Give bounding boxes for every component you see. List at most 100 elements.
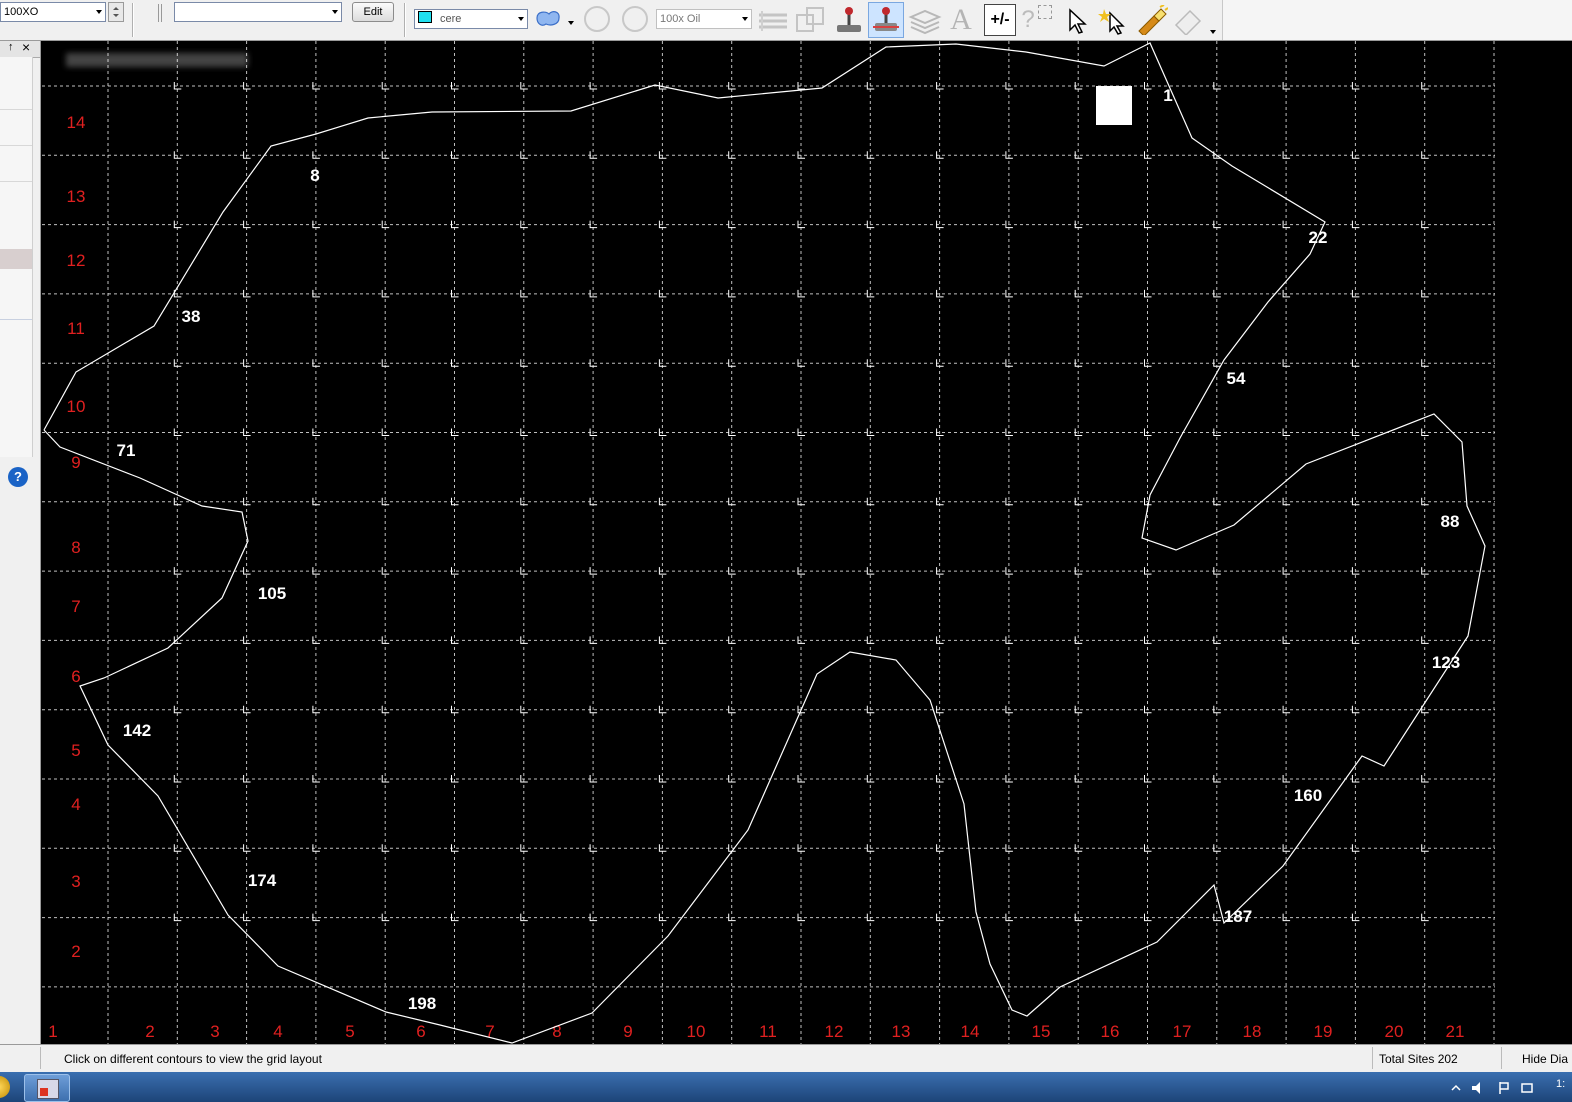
column-label: 19 <box>1314 1022 1333 1041</box>
tray-expand-icon <box>1451 1084 1461 1091</box>
site-number-label: 22 <box>1309 228 1328 247</box>
help-icon[interactable]: ? <box>8 467 28 487</box>
close-icon[interactable]: × <box>22 39 30 55</box>
toolbar-separator <box>404 3 406 37</box>
site-number-label: 174 <box>248 871 277 890</box>
taskbar-app-button[interactable] <box>24 1074 70 1102</box>
color-combo[interactable]: cere <box>414 9 528 29</box>
pin-icon[interactable]: ↑ <box>8 41 14 53</box>
site-number-label: 187 <box>1224 907 1252 926</box>
selection-marquee-icon[interactable] <box>1038 5 1052 19</box>
joystick-icon[interactable] <box>832 5 862 35</box>
row-label: 3 <box>71 872 80 891</box>
volume-icon <box>1472 1082 1480 1094</box>
row-label: 10 <box>67 397 86 416</box>
flashlight-icon[interactable] <box>1134 4 1169 37</box>
column-label: 1 <box>48 1022 57 1041</box>
chevron-down-icon <box>742 17 748 21</box>
row-label: 4 <box>71 795 80 814</box>
grid-overlay[interactable]: 1413121110987654321 2 3 4 5 6 7 8 9 10 11 12 13 14 15 1… <box>42 41 1568 1044</box>
column-label: 17 <box>1173 1022 1192 1041</box>
start-orb-icon[interactable] <box>0 1076 10 1098</box>
edit-button[interactable]: Edit <box>352 2 394 22</box>
column-label: 20 <box>1385 1022 1404 1041</box>
column-label: 5 <box>345 1022 354 1041</box>
side-panel-header: ↑ × <box>0 39 40 58</box>
hide-diagram-button[interactable]: Hide Dia <box>1522 1052 1568 1066</box>
objective-combo-value: 100x Oil <box>660 13 701 25</box>
objective-combo[interactable]: 100x Oil <box>656 9 752 29</box>
row-label: 11 <box>67 319 85 338</box>
column-label: 6 <box>416 1022 425 1041</box>
site-number-label: 123 <box>1432 653 1460 672</box>
site-number-label: 38 <box>182 307 201 326</box>
row-label: 14 <box>67 113 86 132</box>
app-window-icon <box>37 1079 59 1099</box>
total-sites: Total Sites 202 <box>1379 1052 1458 1066</box>
site-number-label: 142 <box>123 721 151 740</box>
total-sites-panel: Total Sites 202 <box>1372 1047 1502 1069</box>
color-swatch <box>418 11 432 23</box>
selected-site-marker <box>1096 86 1132 125</box>
stage-icon[interactable] <box>868 2 904 38</box>
column-label: 14 <box>961 1022 980 1041</box>
help-icon[interactable]: ? <box>1018 5 1038 35</box>
column-label: 10 <box>687 1022 706 1041</box>
column-label: 15 <box>1032 1022 1051 1041</box>
side-panel-selected-item[interactable] <box>0 249 32 269</box>
chevron-down-icon <box>96 10 102 14</box>
grid-select-icon[interactable] <box>794 5 824 35</box>
flag-icon <box>1499 1082 1509 1094</box>
color-combo-value: cere <box>440 13 462 25</box>
chevron-down-icon <box>332 10 338 14</box>
grip-icon <box>158 4 162 22</box>
status-hint: Click on different contours to view the … <box>64 1052 322 1066</box>
system-tray[interactable] <box>1448 1080 1544 1096</box>
column-label: 21 <box>1446 1022 1465 1041</box>
network-icon <box>1521 1083 1533 1093</box>
column-label: 9 <box>623 1022 632 1041</box>
grid-canvas[interactable]: 14 13 12 11 10 9 8 7 6 5 4 3 2 1 2 3 4 5 6 7 8 9 10 11 12 13 14 15 1… <box>42 41 1568 1044</box>
tissue-contour <box>43 42 1486 1044</box>
taskbar: 1: <box>0 1072 1572 1102</box>
magic-pointer-icon[interactable] <box>1098 5 1128 35</box>
column-label: 13 <box>892 1022 911 1041</box>
site-number-label: 88 <box>1441 512 1460 531</box>
layers-stack-icon[interactable] <box>756 5 787 35</box>
site-number-label: 8 <box>310 166 319 185</box>
column-label: 3 <box>210 1022 219 1041</box>
status-bar: Click on different contours to view the … <box>0 1044 1572 1072</box>
contour-combo[interactable] <box>174 2 342 22</box>
side-panel-list[interactable] <box>0 57 33 457</box>
toolbar-empty-area <box>1222 0 1572 40</box>
text-icon[interactable]: A <box>946 5 976 35</box>
chevron-down-icon <box>518 17 524 21</box>
circle-shape-icon[interactable] <box>580 5 610 35</box>
row-label: 2 <box>71 942 80 961</box>
spin-arrows-icon <box>113 7 119 17</box>
magnification-combo[interactable]: 100XO <box>0 2 106 22</box>
plus-minus-icon[interactable]: +/- <box>984 4 1016 36</box>
eraser-icon[interactable] <box>1172 5 1202 37</box>
pointer-icon[interactable] <box>1062 5 1092 35</box>
row-label: 8 <box>71 538 80 557</box>
site-number-label: 198 <box>408 994 436 1013</box>
main-toolbar: 100XO Edit cere 100x Oil A +/- ? <box>0 0 1572 41</box>
site-number-label: 71 <box>117 441 136 460</box>
column-label: 18 <box>1243 1022 1262 1041</box>
row-label: 12 <box>67 251 86 270</box>
circle-shape-alt-icon[interactable] <box>618 5 648 35</box>
row-label: 13 <box>67 187 86 206</box>
layers-icon[interactable] <box>908 5 942 35</box>
site-number-label: 1 <box>1163 86 1172 105</box>
column-label: 16 <box>1101 1022 1120 1041</box>
toolbar-separator <box>132 3 134 37</box>
spin-button[interactable] <box>108 2 124 22</box>
column-label: 11 <box>759 1022 777 1041</box>
site-number-label: 54 <box>1227 369 1246 388</box>
row-label: 5 <box>71 741 80 760</box>
blob-shape-icon[interactable] <box>532 5 574 35</box>
column-label: 2 <box>145 1022 154 1041</box>
side-panel: ↑ × ? <box>0 39 41 1044</box>
toolbar-overflow-icon[interactable] <box>1210 30 1216 34</box>
